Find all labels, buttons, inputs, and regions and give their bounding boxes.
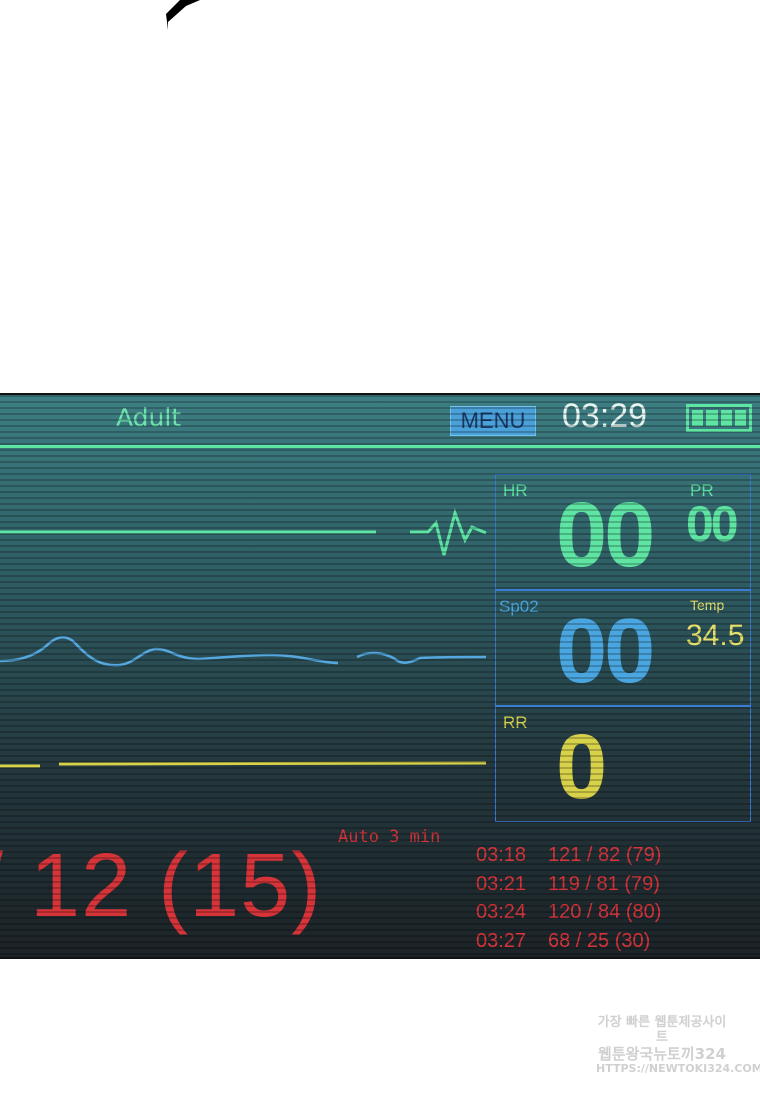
- site-watermark: 가장 빠른 웹툰제공사이트 웹툰왕국뉴토끼324 HTTPS://NEWTOKI…: [596, 1015, 760, 1076]
- patient-monitor-screen: Adult MENU 03:29 HR 00 PR 00 Sp02 00 Tem…: [0, 393, 760, 959]
- corner-brush-stroke: [166, 0, 200, 30]
- nibp-history-time: 03:24: [476, 901, 527, 924]
- rr-value: 0: [556, 716, 607, 818]
- watermark-line-1: 가장 빠른 웹툰제공사이트: [597, 1015, 727, 1045]
- nibp-current-reading: / 12 (15): [0, 836, 323, 936]
- clock-time: 03:29: [562, 397, 648, 435]
- temp-label: Temp: [690, 597, 725, 613]
- nibp-history-time: 03:27: [476, 929, 527, 952]
- watermark-line-2: 웹툰왕국뉴토끼324: [598, 1044, 726, 1063]
- temp-value: 34.5: [686, 619, 745, 652]
- pr-value: 00: [686, 496, 739, 552]
- rr-label: RR: [503, 713, 528, 732]
- nibp-history-reading: 120 / 84 (80): [548, 901, 662, 924]
- nibp-history-reading: 68 / 25 (30): [548, 929, 651, 952]
- nibp-history-reading: 119 / 81 (79): [548, 872, 660, 895]
- hr-label: HR: [503, 481, 528, 500]
- spo2-label: Sp02: [499, 597, 539, 616]
- battery-icon: [686, 404, 752, 432]
- spo2-value: 00: [556, 600, 655, 702]
- nibp-history-row: 03:21 119 / 81 (79): [476, 870, 736, 899]
- rr-panel: RR 0: [495, 706, 751, 822]
- nibp-history-time: 03:18: [476, 843, 527, 866]
- nibp-history-reading: 121 / 82 (79): [548, 843, 662, 866]
- pleth-waveform: [0, 635, 487, 667]
- hr-value: 00: [556, 484, 655, 586]
- nibp-history-row: 03:27 68 / 25 (30): [476, 927, 736, 956]
- ecg-waveform: [0, 508, 487, 556]
- nibp-history-list: 03:18 121 / 82 (79) 03:21 119 / 81 (79) 03:2…: [476, 841, 736, 956]
- resp-waveform: [0, 761, 487, 768]
- watermark-line-3: HTTPS://NEWTOKI324.COM: [596, 1062, 760, 1076]
- spo2-panel: Sp02 00 Temp 34.5: [495, 590, 751, 706]
- nibp-history-row: 03:24 120 / 84 (80): [476, 898, 736, 927]
- hr-panel: HR 00 PR 00: [495, 474, 751, 590]
- nibp-history-row: 03:18 121 / 82 (79): [476, 841, 736, 870]
- nibp-history-time: 03:21: [476, 872, 527, 895]
- nibp-auto-interval: Auto 3 min: [338, 827, 441, 847]
